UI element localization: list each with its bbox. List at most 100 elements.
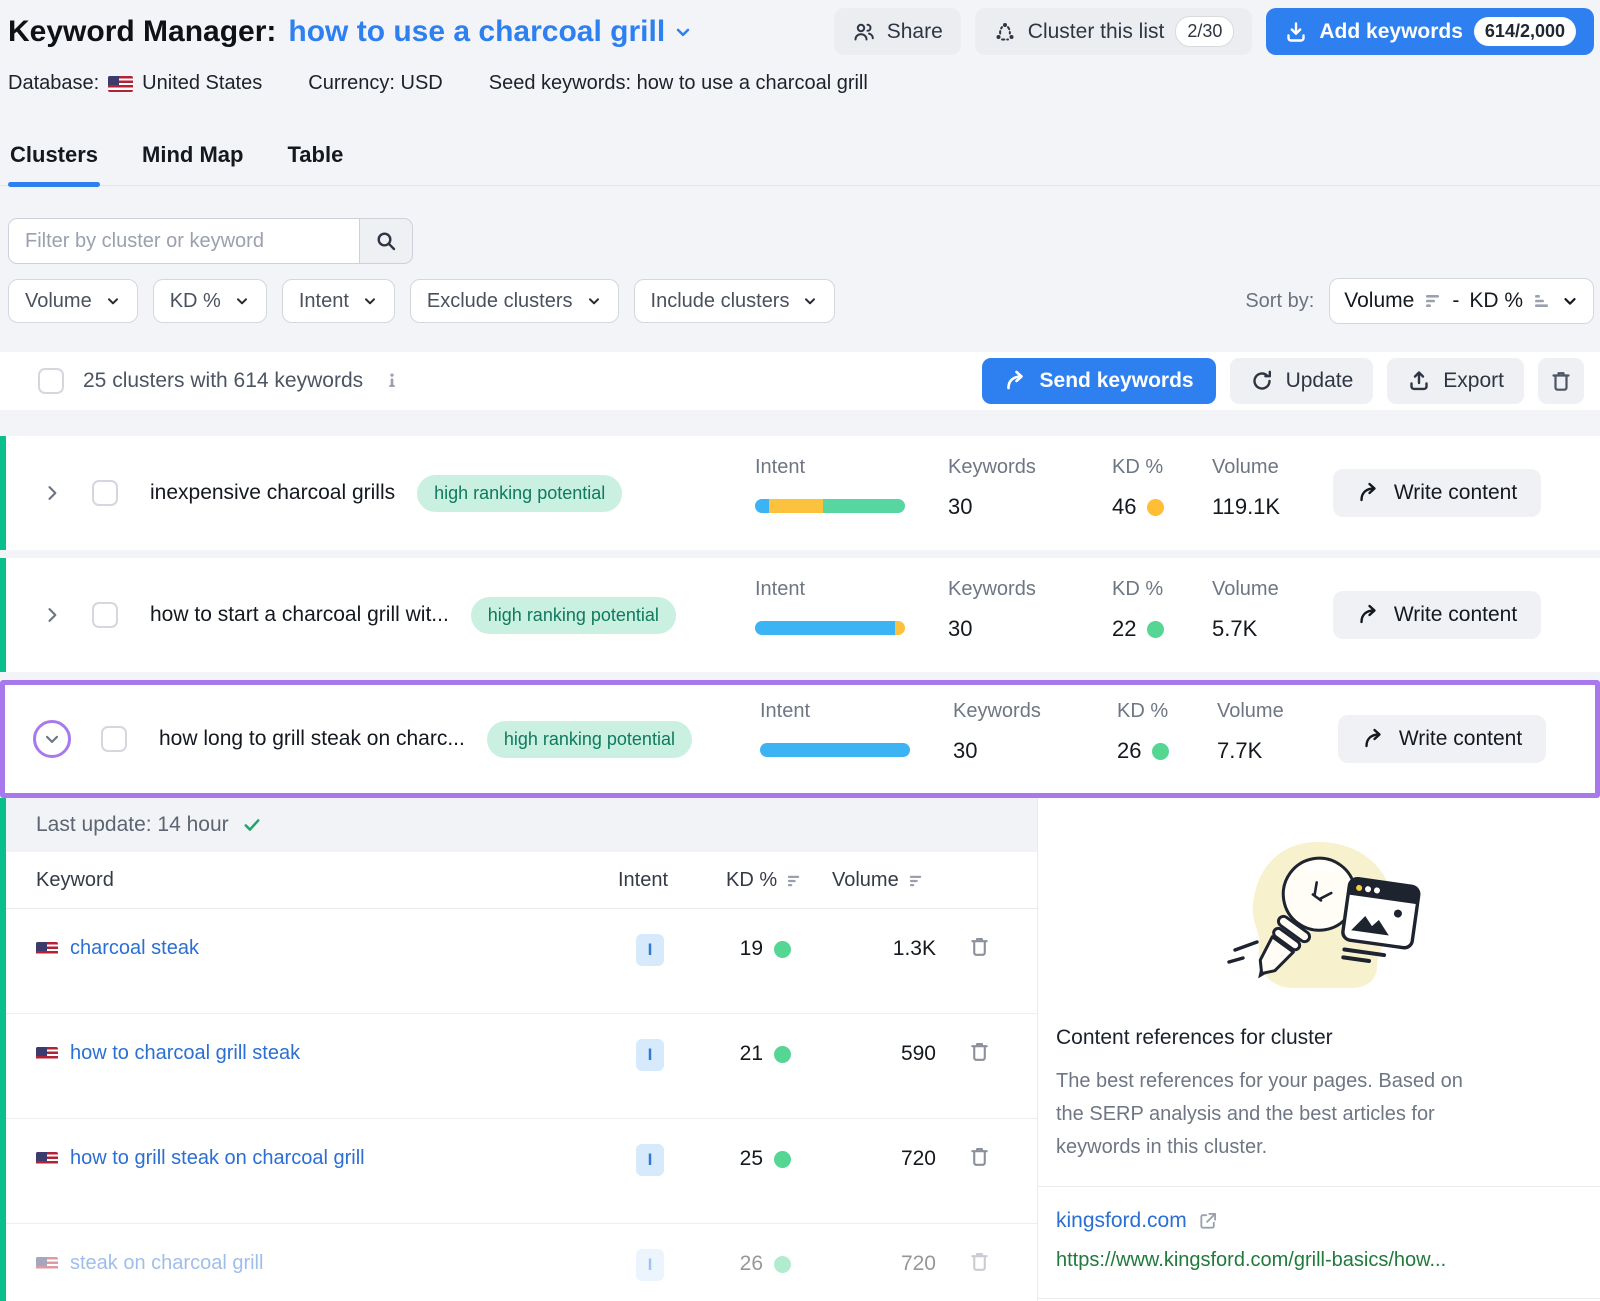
chevron-down-icon [586, 293, 602, 309]
ranking-potential-badge: high ranking potential [471, 597, 676, 634]
export-button[interactable]: Export [1387, 358, 1524, 404]
search-icon [374, 229, 398, 253]
list-selector[interactable]: how to use a charcoal grill [288, 15, 693, 49]
forward-arrow-icon [1362, 727, 1386, 751]
keyword-link[interactable]: charcoal steak [70, 937, 199, 960]
cluster-name[interactable]: how long to grill steak on charc... [159, 727, 465, 751]
chevron-right-icon[interactable] [42, 483, 62, 503]
export-icon [1407, 369, 1431, 393]
exclude-clusters-dropdown[interactable]: Exclude clusters [410, 279, 619, 323]
header: Keyword Manager: how to use a charcoal g… [8, 8, 1594, 55]
intent-distribution-bar [755, 621, 905, 635]
cluster-this-list-label: Cluster this list [1028, 20, 1165, 44]
tab-clusters[interactable]: Clusters [8, 132, 100, 185]
kd-filter-dropdown[interactable]: KD % [153, 279, 267, 323]
collapse-circle-button[interactable] [33, 720, 71, 758]
kd-difficulty-dot [774, 941, 791, 958]
cluster-main: how long to grill steak on charc... high… [5, 685, 692, 793]
send-keywords-label: Send keywords [1040, 369, 1194, 393]
delete-keyword-button[interactable] [968, 1040, 991, 1063]
reference-domain-link[interactable]: kingsford.com [1056, 1209, 1187, 1233]
database-meta: Database: United States [8, 72, 262, 95]
volume-value: 720 [826, 1252, 936, 1276]
sort-by-dropdown[interactable]: Volume - KD % [1329, 278, 1594, 324]
us-flag-icon [36, 942, 58, 956]
filter-bar: Volume KD % Intent Exclude clusters Incl… [8, 278, 1594, 324]
cluster-checkbox[interactable] [101, 726, 127, 752]
add-keywords-button[interactable]: Add keywords 614/2,000 [1266, 8, 1594, 55]
filter-search-input[interactable] [8, 218, 359, 264]
external-link-icon[interactable] [1198, 1211, 1218, 1231]
intent-filter-label: Intent [299, 290, 349, 313]
download-icon [1284, 20, 1308, 44]
volume-label: Volume [1217, 700, 1284, 723]
send-keywords-button[interactable]: Send keywords [982, 358, 1216, 404]
cluster-row[interactable]: inexpensive charcoal grills high ranking… [0, 436, 1600, 550]
cluster-checkbox[interactable] [92, 480, 118, 506]
tab-table[interactable]: Table [285, 132, 345, 185]
kd-filter-label: KD % [170, 290, 221, 313]
sort-desc-icon [1424, 293, 1442, 309]
intent-filter-dropdown[interactable]: Intent [282, 279, 395, 323]
chevron-down-icon [1561, 292, 1579, 310]
chevron-right-icon[interactable] [42, 605, 62, 625]
include-clusters-label: Include clusters [651, 290, 790, 313]
list-meta: Database: United States Currency: USD Se… [8, 72, 868, 95]
last-update-text: Last update: 14 hour [36, 813, 229, 837]
cluster-intent-column: Intent [755, 578, 905, 635]
cluster-keywords-column: Keywords 30 [953, 700, 1041, 764]
select-all-checkbox[interactable] [38, 368, 64, 394]
cluster-keywords-column: Keywords 30 [948, 578, 1036, 642]
kd-difficulty-dot [774, 1046, 791, 1063]
volume-value: 590 [826, 1042, 936, 1066]
write-content-button[interactable]: Write content [1338, 715, 1546, 763]
delete-keyword-button[interactable] [968, 1145, 991, 1168]
keyword-quota-badge: 614/2,000 [1474, 17, 1576, 46]
cluster-row[interactable]: how to start a charcoal grill wit... hig… [0, 558, 1600, 672]
cluster-row-selected[interactable]: how long to grill steak on charc... high… [0, 680, 1600, 798]
keyword-manager-app: Keyword Manager: how to use a charcoal g… [0, 0, 1600, 1301]
reference-url[interactable]: https://www.kingsford.com/grill-basics/h… [1056, 1249, 1582, 1272]
column-kd[interactable]: KD % [726, 869, 802, 892]
kd-difficulty-dot [774, 1256, 791, 1273]
kd-value: 19 [740, 937, 763, 961]
update-button[interactable]: Update [1230, 358, 1374, 404]
cluster-name[interactable]: inexpensive charcoal grills [150, 481, 395, 505]
sort-second-label: KD % [1469, 289, 1523, 313]
volume-filter-dropdown[interactable]: Volume [8, 279, 138, 323]
chevron-down-icon [234, 293, 250, 309]
delete-list-button[interactable] [1538, 358, 1584, 404]
trash-icon [968, 935, 991, 958]
keyword-link[interactable]: how to charcoal grill steak [70, 1042, 300, 1065]
column-intent: Intent [618, 869, 668, 892]
delete-keyword-button[interactable] [968, 1250, 991, 1273]
kd-value: 25 [740, 1147, 763, 1171]
page-title: Keyword Manager: how to use a charcoal g… [8, 15, 693, 49]
share-button[interactable]: Share [834, 8, 961, 55]
search-button[interactable] [359, 218, 413, 264]
write-content-button[interactable]: Write content [1333, 591, 1541, 639]
sort-bars-icon [908, 874, 924, 888]
cluster-this-list-button[interactable]: Cluster this list 2/30 [975, 8, 1253, 55]
write-content-button[interactable]: Write content [1333, 469, 1541, 517]
delete-keyword-button[interactable] [968, 935, 991, 958]
keyword-link[interactable]: steak on charcoal grill [70, 1252, 263, 1275]
info-icon[interactable] [382, 371, 402, 391]
keywords-label: Keywords [948, 456, 1036, 479]
toolbar-actions: Send keywords Update Export [982, 358, 1584, 404]
trash-icon [968, 1250, 991, 1273]
chevron-down-icon [802, 293, 818, 309]
include-clusters-dropdown[interactable]: Include clusters [634, 279, 836, 323]
us-flag-icon [36, 1047, 58, 1061]
kd-value: 46 [1112, 494, 1136, 520]
volume-value: 1.3K [826, 937, 936, 961]
cluster-name[interactable]: how to start a charcoal grill wit... [150, 603, 449, 627]
us-flag-icon [36, 1257, 58, 1271]
keyword-link[interactable]: how to grill steak on charcoal grill [70, 1147, 365, 1170]
keyword-row: how to charcoal grill steak I 21 590 [6, 1014, 1037, 1119]
database-label: Database: [8, 72, 99, 95]
tab-mind-map[interactable]: Mind Map [140, 132, 245, 185]
column-volume[interactable]: Volume [832, 869, 924, 892]
cluster-checkbox[interactable] [92, 602, 118, 628]
intent-distribution-bar [760, 743, 910, 757]
